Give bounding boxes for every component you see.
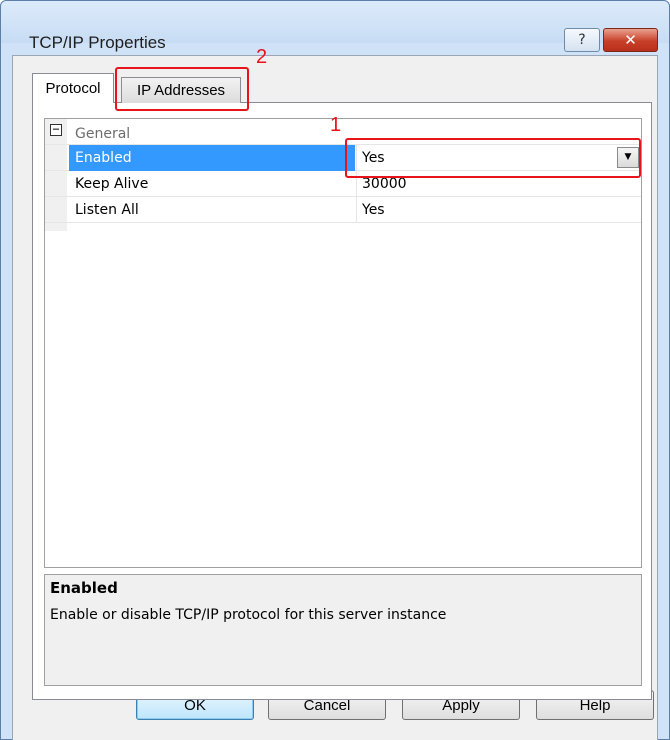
annotation-box-1 bbox=[345, 138, 641, 178]
close-icon: ✕ bbox=[624, 31, 637, 49]
annotation-box-2 bbox=[115, 67, 249, 111]
description-text: Enable or disable TCP/IP protocol for th… bbox=[50, 607, 447, 623]
description-panel: Enabled Enable or disable TCP/IP protoco… bbox=[44, 574, 642, 686]
window-title: TCP/IP Properties bbox=[29, 33, 166, 52]
tab-protocol[interactable]: Protocol bbox=[32, 73, 114, 103]
property-name[interactable]: Listen All bbox=[69, 197, 355, 223]
property-value[interactable]: Yes bbox=[356, 197, 641, 223]
category-label: General bbox=[75, 126, 131, 142]
description-title: Enabled bbox=[50, 579, 118, 597]
property-row-listen-all[interactable]: Listen All Yes bbox=[45, 197, 641, 223]
annotation-number-1: 1 bbox=[330, 114, 342, 136]
property-name[interactable]: Enabled bbox=[69, 145, 355, 171]
close-button[interactable]: ✕ bbox=[603, 28, 658, 52]
help-title-button[interactable]: ? bbox=[564, 28, 600, 52]
property-grid: − General Enabled Yes ▼ Keep Alive 30000… bbox=[44, 118, 642, 568]
annotation-number-2: 2 bbox=[256, 46, 268, 68]
collapse-icon[interactable]: − bbox=[50, 123, 62, 136]
tab-protocol-label: Protocol bbox=[45, 80, 101, 97]
question-icon: ? bbox=[578, 32, 586, 48]
property-name[interactable]: Keep Alive bbox=[69, 171, 355, 197]
